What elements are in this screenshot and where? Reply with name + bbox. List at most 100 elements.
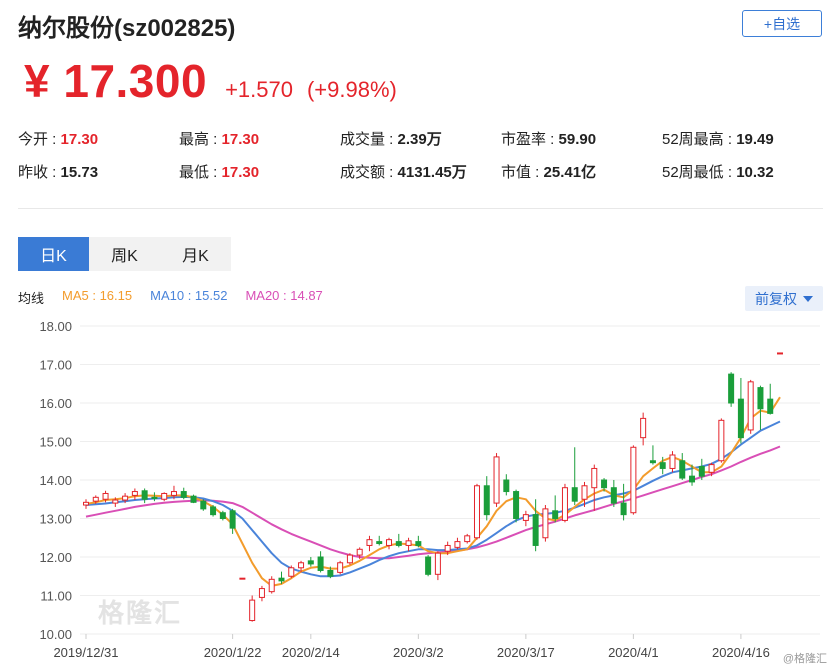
candle-body (513, 491, 520, 520)
y-tick-label: 17.00 (39, 358, 72, 373)
candle-body (620, 502, 627, 516)
candle-body (415, 541, 422, 546)
candle-body (718, 419, 725, 462)
candle-body (425, 556, 432, 575)
candle-body (229, 510, 236, 529)
candle-body (561, 487, 568, 521)
candle-body (679, 460, 686, 479)
watermark: 格隆汇 (98, 598, 183, 628)
y-tick-label: 13.00 (39, 512, 72, 527)
candle-body (581, 485, 588, 500)
period-tabs: 日K 周K 月K (18, 237, 231, 271)
candle-body (610, 487, 617, 504)
stat-low: 最低 : 17.30 (179, 164, 260, 181)
candle-body (376, 541, 383, 545)
y-tick-label: 18.00 (39, 319, 72, 334)
candle-body (669, 454, 676, 469)
stat-52w-high: 52周最高 : 19.49 (662, 131, 774, 148)
candle-body (151, 496, 158, 499)
candle-body (454, 541, 461, 548)
candle-body (219, 512, 226, 520)
candle-body (170, 491, 177, 496)
candle-body (131, 491, 138, 496)
candle-body (356, 548, 363, 556)
current-price: ¥ 17.300 (24, 55, 208, 107)
candle-body (180, 491, 187, 498)
candle-body (200, 500, 207, 510)
candle-body (777, 352, 783, 355)
candle-body (464, 535, 471, 543)
ma5-line (85, 396, 781, 587)
candle-body (493, 456, 500, 504)
candle-body (757, 387, 764, 410)
candle-body (161, 492, 168, 500)
candle-body (649, 460, 656, 464)
candle-body (307, 560, 314, 565)
candle-body (542, 508, 549, 539)
candle-body (737, 398, 744, 439)
stat-market-cap: 市值 : 25.41亿 (501, 164, 597, 181)
x-tick-label: 2020/4/1 (608, 645, 659, 660)
y-tick-label: 15.00 (39, 435, 72, 450)
tab-monthly-k[interactable]: 月K (160, 237, 231, 271)
candle-body (708, 464, 715, 473)
price-change-percent: (+9.98%) (306, 77, 397, 102)
candle-body (278, 577, 285, 582)
candle-body (112, 499, 119, 504)
candle-body (249, 599, 256, 622)
stat-52w-low: 52周最低 : 10.32 (662, 164, 774, 181)
candle-body (258, 588, 265, 598)
candle-body (434, 552, 441, 575)
candle-body (483, 485, 490, 516)
candle-body (698, 466, 705, 477)
candle-body (601, 479, 608, 489)
candle-body (640, 417, 647, 439)
candle-body (405, 540, 412, 546)
candle-body (689, 475, 696, 483)
candle-body (317, 556, 324, 571)
stock-title: 纳尔股份(sz002825) (18, 15, 236, 42)
candle-body (122, 495, 129, 501)
candle-body (141, 490, 148, 500)
x-tick-label: 2020/3/2 (393, 645, 444, 660)
tab-weekly-k[interactable]: 周K (89, 237, 160, 271)
x-tick-label: 2020/1/22 (204, 645, 262, 660)
candle-body (591, 467, 598, 489)
candle-body (444, 544, 451, 552)
candle-body (366, 539, 373, 546)
candle-body (552, 510, 559, 520)
stat-turnover: 成交额 : 4131.45万 (340, 164, 467, 181)
price-row: ¥ 17.300 +1.570 (+9.98%) (24, 54, 397, 108)
candle-body (503, 479, 510, 493)
candle-body (522, 514, 529, 521)
candle-body (268, 578, 275, 593)
x-tick-label: 2020/4/16 (712, 645, 770, 660)
candle-body (659, 462, 666, 469)
candle-body (327, 569, 334, 577)
tab-daily-k[interactable]: 日K (18, 237, 89, 271)
y-tick-label: 12.00 (39, 550, 72, 565)
candle-body (190, 495, 197, 503)
add-watchlist-button[interactable]: +自选 (742, 10, 822, 37)
candle-body (288, 567, 295, 577)
candle-body (532, 514, 539, 546)
candle-body (337, 562, 344, 573)
candle-body (210, 506, 217, 516)
candle-body (395, 541, 402, 546)
candle-body (571, 487, 578, 502)
divider (18, 208, 823, 209)
candle-body (630, 446, 637, 514)
candle-body (767, 398, 774, 414)
y-tick-label: 16.00 (39, 396, 72, 411)
stat-prev-close: 昨收 : 15.73 (18, 164, 99, 181)
stat-pe-ratio: 市盈率 : 59.90 (501, 131, 597, 148)
y-tick-label: 11.00 (40, 589, 72, 604)
candle-body (239, 577, 246, 580)
candle-body (83, 501, 89, 506)
candle-body (346, 554, 353, 564)
candle-body (298, 562, 305, 569)
candle-body (92, 496, 99, 502)
y-tick-label: 10.00 (39, 627, 72, 642)
corner-mark: @格隆汇 (782, 653, 827, 665)
candle-body (473, 485, 480, 539)
